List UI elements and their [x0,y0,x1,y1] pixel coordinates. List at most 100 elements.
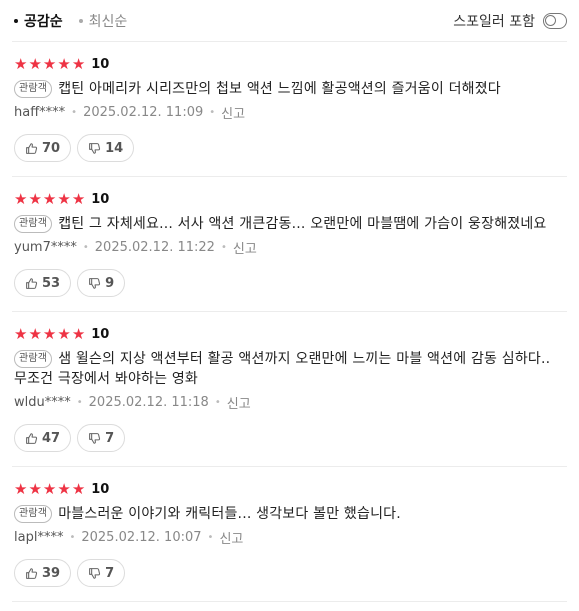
review-text: 캡틴 그 자체세요... 서사 액션 개큰감동... 오랜만에 마블땜에 가슴이… [58,216,547,232]
rating: ★ ★ ★ ★ ★ 10 [14,481,567,497]
review-meta: haff**** • 2025.02.12. 11:09 • 신고 [14,103,567,122]
rating-score: 10 [91,56,110,72]
star-icon: ★ [57,325,71,343]
review-date: 2025.02.12. 11:09 [83,105,204,120]
star-rating: ★ ★ ★ ★ ★ [14,326,85,342]
thumbs-up-icon [26,142,38,154]
thumbs-up-icon [26,277,38,289]
rating: ★ ★ ★ ★ ★ 10 [14,326,567,342]
review-panel: 공감순 최신순 스포일러 포함 ★ ★ ★ ★ ★ 10 관람객 캡틴 아메리카 시리즈만… [0,0,579,611]
like-count: 53 [42,275,61,291]
report-link[interactable]: 신고 [233,238,257,257]
review-meta: lapl**** • 2025.02.12. 10:07 • 신고 [14,528,567,547]
separator-dot: • [82,242,89,253]
star-icon: ★ [42,325,57,343]
reviewer-id: lapl**** [14,530,64,545]
thumbs-up-icon [26,567,38,579]
dislike-count: 14 [105,140,124,156]
sort-by-latest[interactable]: 최신순 [78,11,128,31]
separator-dot: • [220,242,227,253]
review-text-block: 관람객 캡틴 그 자체세요... 서사 액션 개큰감동... 오랜만에 마블땜에 … [14,214,567,234]
report-link[interactable]: 신고 [221,103,245,122]
report-link[interactable]: 신고 [227,393,251,412]
star-icon: ★ [57,190,71,208]
viewer-badge: 관람객 [14,215,53,233]
toggle-knob [545,14,556,26]
star-icon: ★ [14,190,28,208]
thumbs-up-icon [26,432,38,444]
review-date: 2025.02.12. 11:22 [94,240,215,255]
like-button[interactable]: 39 [14,559,72,587]
vote-actions: 39 7 [14,559,567,587]
separator-dot: • [71,107,78,118]
review-list: ★ ★ ★ ★ ★ 10 관람객 캡틴 아메리카 시리즈만의 첩보 액션 느낌에 활공액션… [12,42,567,602]
like-count: 47 [42,430,61,446]
rating-score: 10 [91,326,110,342]
toggle-switch[interactable] [543,12,567,29]
separator-dot: • [209,107,216,118]
star-icon: ★ [28,190,42,208]
spoiler-toggle[interactable]: 스포일러 포함 [453,11,567,31]
review-item: ★ ★ ★ ★ ★ 10 관람객 샘 윌슨의 지상 액션부터 활공 액션까지 오랜만에 느… [12,312,567,467]
review-text: 마블스러운 이야기와 캐릭터들... 생각보다 볼만 했습니다. [58,506,401,522]
review-text-block: 관람객 마블스러운 이야기와 캐릭터들... 생각보다 볼만 했습니다. [14,504,567,524]
star-icon: ★ [42,190,57,208]
review-text: 캡틴 아메리카 시리즈만의 첩보 액션 느낌에 활공액션의 즐거움이 더해졌다 [58,81,501,97]
dislike-button[interactable]: 9 [77,269,126,297]
review-text: 샘 윌슨의 지상 액션부터 활공 액션까지 오랜만에 느끼는 마블 액션에 감동… [14,351,551,387]
separator-dot: • [207,532,214,543]
reviewer-id: wldu**** [14,395,71,410]
review-text-block: 관람객 샘 윌슨의 지상 액션부터 활공 액션까지 오랜만에 느끼는 마블 액션에… [14,349,567,389]
vote-actions: 53 9 [14,269,567,297]
review-meta: yum7**** • 2025.02.12. 11:22 • 신고 [14,238,567,257]
thumbs-down-icon [89,567,101,579]
sort-label: 최신순 [88,13,128,30]
review-item: ★ ★ ★ ★ ★ 10 관람객 마블스러운 이야기와 캐릭터들... 생각보다 볼만 했… [12,467,567,602]
rating-score: 10 [91,481,110,497]
star-icon: ★ [71,480,86,498]
viewer-badge: 관람객 [14,80,53,98]
star-icon: ★ [14,325,28,343]
star-rating: ★ ★ ★ ★ ★ [14,56,85,72]
dislike-button[interactable]: 14 [77,134,135,162]
star-icon: ★ [42,480,57,498]
like-button[interactable]: 47 [14,424,72,452]
star-icon: ★ [71,190,86,208]
dislike-count: 9 [105,275,115,291]
star-rating: ★ ★ ★ ★ ★ [14,191,85,207]
sort-label: 공감순 [24,13,63,30]
star-icon: ★ [28,325,42,343]
sort-by-likes[interactable]: 공감순 [14,11,63,31]
dislike-button[interactable]: 7 [77,559,126,587]
separator-dot: • [69,532,76,543]
like-button[interactable]: 53 [14,269,72,297]
star-icon: ★ [42,55,57,73]
like-count: 70 [42,140,61,156]
star-icon: ★ [14,480,28,498]
star-icon: ★ [71,325,86,343]
dislike-count: 7 [105,430,115,446]
star-icon: ★ [28,55,42,73]
vote-actions: 47 7 [14,424,567,452]
viewer-badge: 관람객 [14,505,53,523]
thumbs-down-icon [89,142,101,154]
reviewer-id: haff**** [14,105,66,120]
rating: ★ ★ ★ ★ ★ 10 [14,56,567,72]
report-link[interactable]: 신고 [219,528,243,547]
rating: ★ ★ ★ ★ ★ 10 [14,191,567,207]
review-text-block: 관람객 캡틴 아메리카 시리즈만의 첩보 액션 느낌에 활공액션의 즐거움이 더해… [14,79,567,99]
vote-actions: 70 14 [14,134,567,162]
spoiler-label: 스포일러 포함 [453,13,535,30]
star-icon: ★ [71,55,86,73]
viewer-badge: 관람객 [14,350,53,368]
thumbs-down-icon [89,277,101,289]
star-icon: ★ [57,480,71,498]
bullet-icon [14,18,18,23]
like-button[interactable]: 70 [14,134,72,162]
thumbs-down-icon [89,432,101,444]
review-meta: wldu**** • 2025.02.12. 11:18 • 신고 [14,393,567,412]
dislike-count: 7 [105,565,115,581]
separator-dot: • [76,397,83,408]
reviewer-id: yum7**** [14,240,77,255]
dislike-button[interactable]: 7 [77,424,126,452]
